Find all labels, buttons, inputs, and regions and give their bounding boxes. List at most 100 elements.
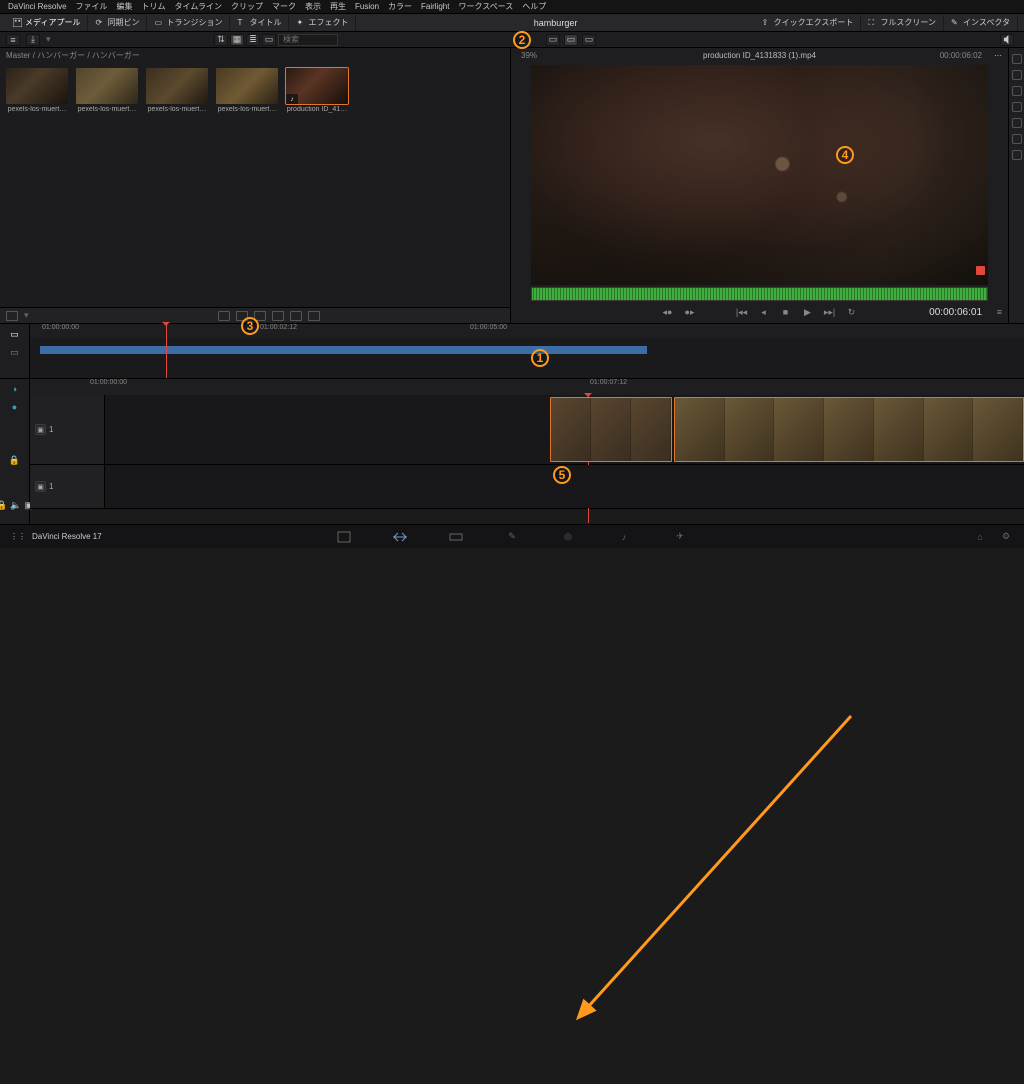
speed-button[interactable] bbox=[1012, 118, 1022, 128]
home-button[interactable]: ⌂ bbox=[972, 530, 988, 544]
options-icon[interactable]: ⋯ bbox=[994, 51, 1002, 60]
view-list-button[interactable]: ≣ bbox=[246, 34, 260, 46]
fusion-page-button[interactable]: ✎ bbox=[504, 530, 520, 544]
menu-item[interactable]: DaVinci Resolve bbox=[8, 2, 67, 11]
deliver-page-button[interactable]: ✈ bbox=[672, 530, 688, 544]
effects-toggle[interactable]: ✦ エフェクト bbox=[289, 15, 356, 31]
video-track-header[interactable]: ▣ 1 bbox=[30, 395, 105, 464]
track-index: 1 bbox=[49, 425, 53, 434]
viewer-mode-b[interactable]: ▭ bbox=[564, 34, 578, 46]
camera-button[interactable] bbox=[1012, 134, 1022, 144]
titles-toggle[interactable]: T タイトル bbox=[230, 15, 289, 31]
crop-button[interactable] bbox=[1012, 86, 1022, 96]
mark-in-button[interactable]: ◂● bbox=[662, 306, 674, 318]
menu-item[interactable]: 表示 bbox=[305, 1, 321, 12]
menu-item[interactable]: トリム bbox=[142, 1, 166, 12]
view-strip-button[interactable]: ▭ bbox=[262, 34, 276, 46]
viewer-mode-a[interactable]: ▭ bbox=[546, 34, 560, 46]
viewer-frame[interactable] bbox=[531, 65, 988, 285]
menu-item[interactable]: 再生 bbox=[330, 1, 346, 12]
jump-first-button[interactable]: |◂◂ bbox=[736, 306, 748, 318]
media-clip[interactable]: pexels-los-muert… bbox=[216, 68, 278, 113]
menu-item[interactable]: ワークスペース bbox=[458, 1, 513, 12]
sync-bin-icon: ⟳ bbox=[95, 18, 104, 27]
upper-playhead[interactable] bbox=[166, 324, 167, 378]
menu-item[interactable]: Fusion bbox=[355, 2, 379, 11]
menu-item[interactable]: ヘルプ bbox=[522, 1, 546, 12]
audio-badge-icon: ♪ bbox=[286, 94, 298, 104]
snap-toggle[interactable]: ◑ bbox=[8, 383, 22, 395]
viewer-mode-c[interactable]: ▭ bbox=[582, 34, 596, 46]
resolution-toggle[interactable] bbox=[6, 311, 18, 321]
breadcrumb[interactable]: Master / ハンバーガー / ハンバーガー bbox=[0, 48, 510, 62]
search-input[interactable] bbox=[278, 34, 338, 46]
zoom-percent[interactable]: 39% bbox=[521, 51, 537, 60]
upper-ruler[interactable]: 01:00:00:00 01:00:02:12 01:00:05:00 bbox=[30, 324, 1024, 338]
timeline-view-a[interactable]: ▭ bbox=[8, 328, 22, 340]
menu-item[interactable]: 編集 bbox=[117, 1, 133, 12]
settings-button[interactable]: ⚙ bbox=[998, 530, 1014, 544]
track-enable-toggle[interactable]: ▣ bbox=[35, 481, 46, 492]
tools-button[interactable] bbox=[1012, 54, 1022, 64]
marker-button[interactable]: ● bbox=[8, 401, 22, 413]
inspector-toggle[interactable]: ✎ インスペクタ bbox=[944, 15, 1018, 31]
media-pool-toggle[interactable]: メディアプール bbox=[6, 15, 88, 31]
menu-item[interactable]: タイムライン bbox=[175, 1, 222, 12]
sort-button[interactable]: ⇅ bbox=[214, 34, 228, 46]
audio-waveform[interactable] bbox=[531, 287, 988, 301]
color-button[interactable] bbox=[1012, 150, 1022, 160]
audio-meter-toggle[interactable] bbox=[1000, 34, 1014, 46]
timeline-clip-range[interactable] bbox=[40, 346, 647, 354]
transform-button[interactable] bbox=[1012, 70, 1022, 80]
viewer-options-icon[interactable]: ≡ bbox=[997, 307, 1002, 317]
audio-track-header[interactable]: ▣ 1 bbox=[30, 465, 105, 508]
jump-last-button[interactable]: ▸▸| bbox=[824, 306, 836, 318]
media-clip[interactable]: pexels-los-muert… bbox=[76, 68, 138, 113]
color-page-button[interactable]: ◎ bbox=[560, 530, 576, 544]
mute-icon[interactable]: 🔈 bbox=[10, 500, 21, 511]
prev-frame-button[interactable]: ◂ bbox=[758, 306, 770, 318]
timeline-clip[interactable] bbox=[550, 397, 672, 462]
timeline-view-b[interactable]: ▭ bbox=[8, 346, 22, 358]
sync-bin-toggle[interactable]: ⟳ 同期ビン bbox=[88, 15, 147, 31]
loop-button[interactable]: ↻ bbox=[846, 306, 858, 318]
insert-clip-button[interactable] bbox=[218, 311, 230, 321]
track-enable-toggle[interactable]: ▣ bbox=[35, 424, 46, 435]
view-thumbnails-button[interactable]: ▦ bbox=[230, 34, 244, 46]
fairlight-page-button[interactable]: ♪ bbox=[616, 530, 632, 544]
lock-icon[interactable]: 🔒 bbox=[9, 455, 20, 466]
media-clip[interactable]: pexels-los-muert… bbox=[6, 68, 68, 113]
source-overwrite-button[interactable] bbox=[308, 311, 320, 321]
import-media-button[interactable]: ⤓ bbox=[26, 34, 40, 46]
menu-item[interactable]: Fairlight bbox=[421, 2, 449, 11]
bin-list-button[interactable]: ≡ bbox=[6, 34, 20, 46]
stop-button[interactable]: ■ bbox=[780, 306, 792, 318]
fullscreen-button[interactable]: ⛶ フルスクリーン bbox=[861, 15, 944, 31]
project-title: hamburger bbox=[534, 18, 578, 28]
audio-button[interactable] bbox=[1012, 102, 1022, 112]
menu-item[interactable]: ファイル bbox=[76, 1, 108, 12]
play-button[interactable]: ▶ bbox=[802, 306, 814, 318]
viewer-clip-name: production ID_4131833 (1).mp4 bbox=[703, 51, 816, 60]
mark-out-button[interactable]: ●▸ bbox=[684, 306, 696, 318]
quick-export-button[interactable]: ⇪ クイックエクスポート bbox=[755, 15, 862, 31]
close-up-button[interactable] bbox=[272, 311, 284, 321]
media-page-button[interactable] bbox=[336, 530, 352, 544]
menu-item[interactable]: カラー bbox=[388, 1, 412, 12]
cut-page-button[interactable] bbox=[392, 530, 408, 544]
out-point-marker[interactable] bbox=[976, 266, 985, 275]
timeline-clip[interactable] bbox=[674, 397, 1024, 462]
play-timecode: 00:00:06:01 bbox=[929, 307, 982, 318]
lower-ruler[interactable]: 01:00:00:00 01:00:07:12 bbox=[30, 379, 1024, 395]
video-track[interactable] bbox=[105, 395, 1024, 464]
lock-icon[interactable]: 🔒 bbox=[0, 500, 7, 511]
media-clip[interactable]: ♪production ID_41… bbox=[286, 68, 348, 113]
media-clip[interactable]: pexels-los-muert… bbox=[146, 68, 208, 113]
menu-item[interactable]: クリップ bbox=[231, 1, 263, 12]
place-on-top-button[interactable] bbox=[290, 311, 302, 321]
menu-item[interactable]: マーク bbox=[272, 1, 296, 12]
inspector-label: インスペクタ bbox=[963, 17, 1010, 28]
clip-grid: pexels-los-muert…pexels-los-muert…pexels… bbox=[0, 62, 510, 307]
edit-page-button[interactable] bbox=[448, 530, 464, 544]
transitions-toggle[interactable]: ▭ トランジション bbox=[147, 15, 230, 31]
